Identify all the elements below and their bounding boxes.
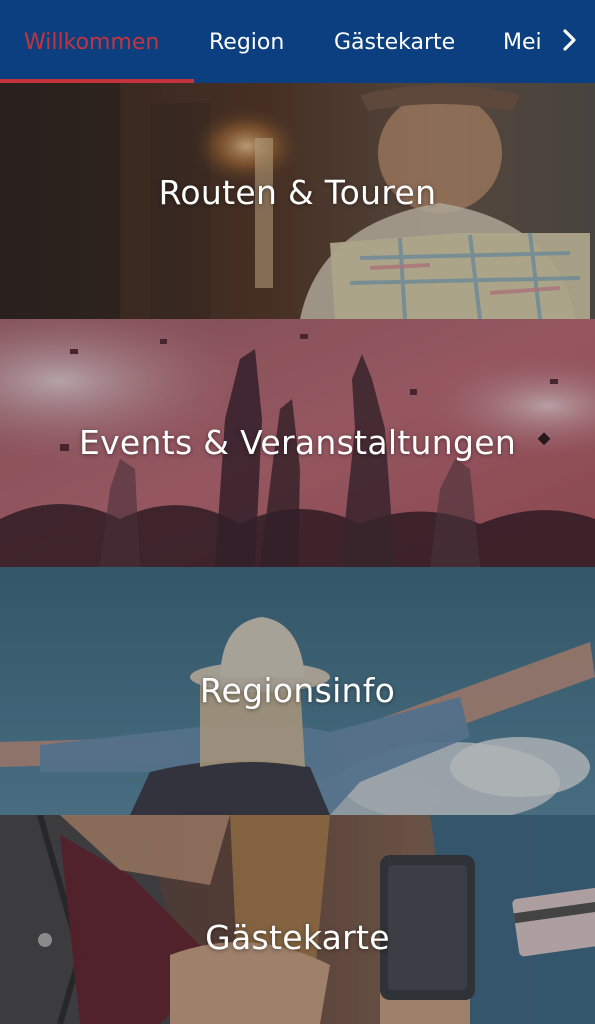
tile-label: Gästekarte	[205, 918, 390, 957]
tile-label: Events & Veranstaltungen	[78, 423, 517, 462]
chevron-right-icon	[563, 28, 576, 51]
tab-willkommen[interactable]: Willkommen	[24, 0, 159, 83]
tab-mei[interactable]: Mei	[503, 0, 542, 83]
tab-region[interactable]: Region	[209, 0, 284, 83]
top-tab-bar: Willkommen Region Gästekarte Mei	[0, 0, 595, 83]
tile-events-veranstaltungen[interactable]: Events & Veranstaltungen	[0, 319, 595, 567]
tile-label: Regionsinfo	[199, 671, 396, 710]
tile-routen-touren[interactable]: Routen & Touren	[0, 83, 595, 319]
app-screen: Willkommen Region Gästekarte Mei Routen …	[0, 0, 595, 1024]
tab-scroll-right-button[interactable]	[545, 0, 595, 79]
tab-gaestekarte[interactable]: Gästekarte	[334, 0, 455, 83]
tile-regionsinfo[interactable]: Regionsinfo	[0, 567, 595, 815]
tile-gaestekarte[interactable]: Gästekarte	[0, 815, 595, 1024]
tile-label: Routen & Touren	[158, 173, 437, 212]
